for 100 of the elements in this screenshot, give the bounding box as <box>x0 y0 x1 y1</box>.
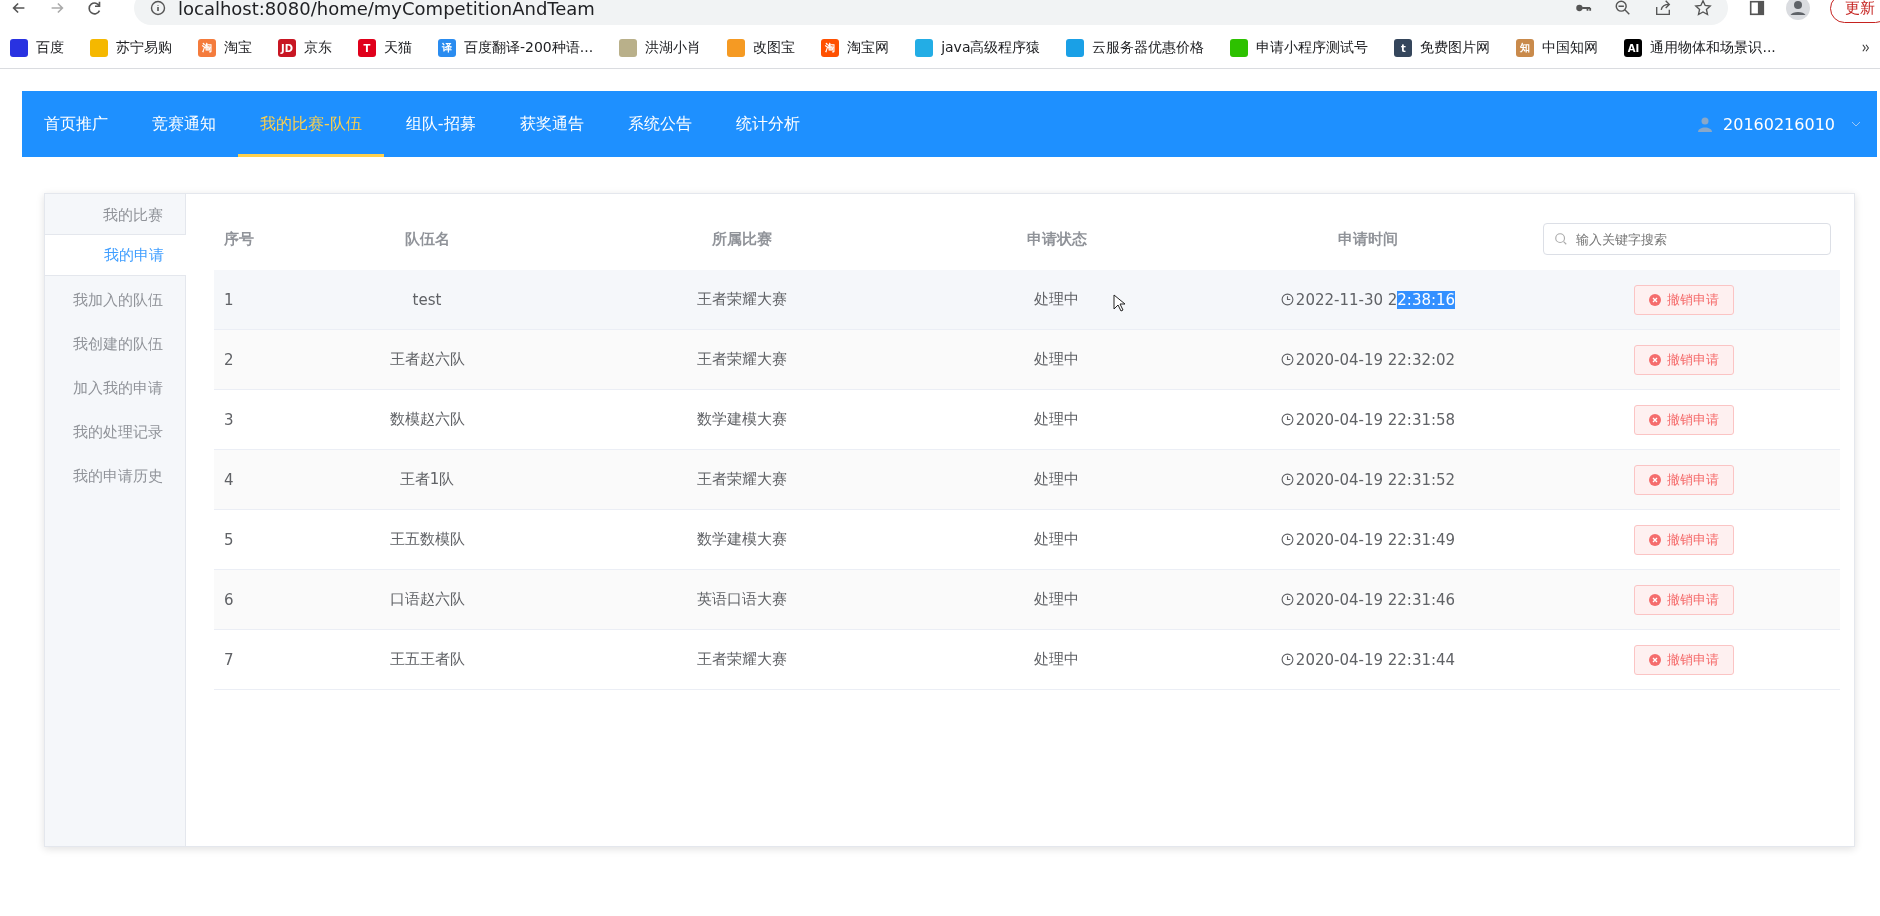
clock-icon <box>1280 353 1294 366</box>
bookmark[interactable]: 苏宁易购 <box>90 39 172 57</box>
table-cell: 2020-04-19 22:32:02 <box>1295 350 1456 369</box>
star-icon[interactable] <box>1694 0 1712 17</box>
table-cell: 数学建模大赛 <box>697 410 787 429</box>
table-cell: 2020-04-19 22:31:58 <box>1295 410 1456 429</box>
bookmark-icon: 译 <box>438 39 456 57</box>
table-row[interactable]: 4 王者1队 王者荣耀大赛 处理中 2020-04-19 22:31:52 撤销申请 <box>214 450 1840 510</box>
bookmark-icon: t <box>1394 39 1413 57</box>
clock-icon <box>1280 653 1294 666</box>
nav-item[interactable]: 首页推广 <box>44 91 130 157</box>
clock-icon <box>1280 593 1294 606</box>
share-icon[interactable] <box>1654 0 1672 17</box>
table-cell: 2 <box>224 350 234 369</box>
user-icon <box>1697 116 1713 132</box>
clock-icon <box>1280 293 1294 306</box>
bookmark[interactable]: java高级程序猿 <box>915 39 1041 57</box>
column-header: 序号 <box>224 229 254 249</box>
column-header: 所属比赛 <box>712 229 772 249</box>
bookmark[interactable]: 申请小程序测试号 <box>1230 39 1369 57</box>
table-cell: 英语口语大赛 <box>697 590 787 609</box>
bookmark[interactable]: 知 中国知网 <box>1516 39 1599 57</box>
bookmark[interactable]: t 免费图片网 <box>1394 39 1491 57</box>
table-cell: 2020-04-19 22:31:52 <box>1295 470 1456 489</box>
bookmark[interactable]: 洪湖小肖 <box>619 39 702 57</box>
info-icon[interactable] <box>150 0 166 16</box>
table-cell: test <box>412 290 442 309</box>
clock-icon <box>1280 413 1294 426</box>
close-circle-icon <box>1648 473 1661 486</box>
nav-item[interactable]: 系统公告 <box>605 91 714 157</box>
table-cell: 数模赵六队 <box>389 410 465 429</box>
table-cell: 2020-04-19 22:31:49 <box>1295 530 1456 549</box>
bookmark[interactable]: 淘 淘宝网 <box>821 39 890 57</box>
table-cell: 王者荣耀大赛 <box>697 650 787 669</box>
nav-item[interactable]: 获奖通告 <box>497 91 606 157</box>
bookmark-icon: JD <box>278 39 296 57</box>
search-field[interactable]: 输入关键字搜索 <box>1542 223 1831 255</box>
nav-item[interactable]: 组队-招募 <box>383 91 498 157</box>
clock-icon <box>1280 473 1294 486</box>
nav-item[interactable]: 统计分析 <box>713 91 822 157</box>
bookmark[interactable]: 百度 <box>10 39 64 57</box>
table-cell: 处理中 <box>1034 530 1079 549</box>
close-circle-icon <box>1648 413 1661 426</box>
table-cell: 处理中 <box>1034 470 1079 489</box>
table-cell: 处理中 <box>1034 590 1079 609</box>
table-row[interactable]: 2 王者赵六队 王者荣耀大赛 处理中 2020-04-19 22:32:02 撤销申请 <box>214 330 1840 390</box>
bookmark[interactable]: 云服务器优惠价格 <box>1066 39 1205 57</box>
zoom-out-icon[interactable] <box>1614 0 1632 17</box>
table-cell: 2022-11-30 22:38:16 <box>1295 290 1456 309</box>
table-cell: 处理中 <box>1034 650 1079 669</box>
table-cell: 4 <box>224 470 234 489</box>
table-row[interactable]: 1 test 王者荣耀大赛 处理中 2022-11-30 22:38:16 撤销申请 <box>214 270 1840 330</box>
close-circle-icon <box>1648 353 1661 366</box>
table-row[interactable]: 6 口语赵六队 英语口语大赛 处理中 2020-04-19 22:31:46 撤销申请 <box>214 570 1840 630</box>
close-circle-icon <box>1648 593 1661 606</box>
username[interactable]: 20160216010 <box>1723 114 1835 134</box>
table-cell: 5 <box>224 530 234 549</box>
table-cell: 7 <box>224 650 234 669</box>
chevron-icon[interactable] <box>1862 41 1870 55</box>
table-cell: 王者1队 <box>399 470 455 489</box>
side-panel-icon[interactable] <box>1748 0 1766 17</box>
bookmark-icon: 知 <box>1516 39 1535 57</box>
table-cell: 王五数模队 <box>389 530 465 549</box>
table-cell: 王者荣耀大赛 <box>697 290 787 309</box>
bookmark-icon: 淘 <box>198 39 216 57</box>
table-cell: 王五王者队 <box>389 650 465 669</box>
table-cell: 处理中 <box>1034 290 1079 309</box>
clock-icon <box>1280 533 1294 546</box>
bookmark-icon: 淘 <box>821 39 840 57</box>
cursor-icon <box>1113 294 1125 312</box>
column-header: 队伍名 <box>404 229 450 249</box>
table-cell: 6 <box>224 590 234 609</box>
bookmark[interactable]: 淘 淘宝 <box>198 39 252 57</box>
bookmark[interactable]: AI 通用物体和场景识... <box>1624 39 1776 57</box>
table-row[interactable]: 7 王五王者队 王者荣耀大赛 处理中 2020-04-19 22:31:44 撤销申请 <box>214 630 1840 690</box>
bookmark-icon: T <box>358 39 376 57</box>
table-cell: 数学建模大赛 <box>697 530 787 549</box>
address-bar[interactable]: localhost:8080/home/myCompetitionAndTeam <box>134 0 1728 25</box>
bookmark[interactable]: JD 京东 <box>278 39 332 57</box>
table-cell: 王者荣耀大赛 <box>697 350 787 369</box>
update-button[interactable]: 更新 <box>1830 0 1880 23</box>
column-header: 申请时间 <box>1338 229 1398 249</box>
avatar-icon[interactable] <box>1786 0 1810 20</box>
column-header: 申请状态 <box>1026 229 1087 249</box>
table-cell: 1 <box>224 290 234 309</box>
search-icon <box>1553 232 1568 246</box>
bookmark[interactable]: 改图宝 <box>727 39 796 57</box>
bookmark[interactable]: T 天猫 <box>358 39 412 57</box>
table-cell: 王者荣耀大赛 <box>697 470 787 489</box>
table-cell: 处理中 <box>1034 350 1079 369</box>
bookmark[interactable]: 译 百度翻译-200种语... <box>438 39 594 57</box>
nav-item[interactable]: 竞赛通知 <box>130 91 238 157</box>
close-circle-icon <box>1648 653 1661 666</box>
table-cell: 2020-04-19 22:31:46 <box>1295 590 1456 609</box>
table-cell: 王者赵六队 <box>389 350 465 369</box>
table-cell: 2020-04-19 22:31:44 <box>1295 650 1456 669</box>
table-cell: 3 <box>224 410 234 429</box>
table-cell: 处理中 <box>1034 410 1079 429</box>
close-circle-icon <box>1648 533 1661 546</box>
bookmark-icon: AI <box>1624 39 1643 57</box>
